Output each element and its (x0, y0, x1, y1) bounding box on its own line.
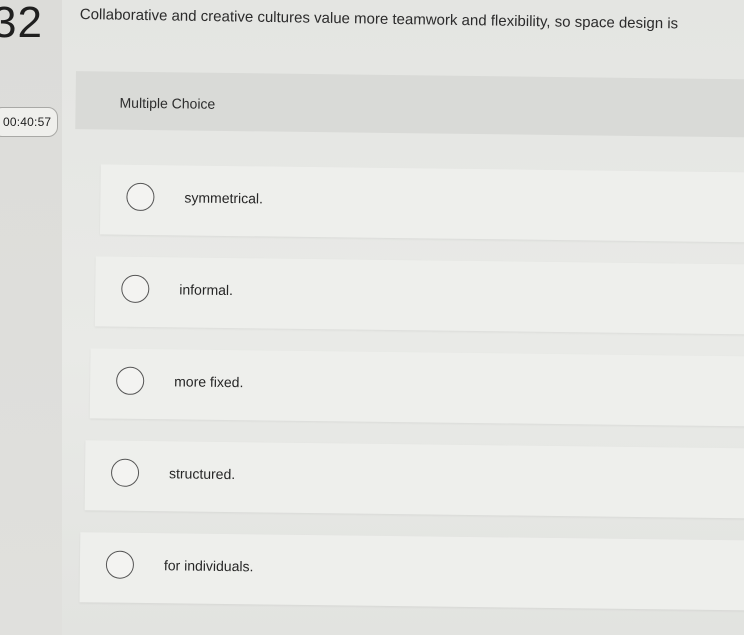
question-sidebar: 32 00:40:57 (0, 0, 62, 635)
radio-button-icon[interactable] (116, 366, 145, 395)
answer-option-label: for individuals. (163, 557, 254, 575)
answer-options: symmetrical. informal. more fixed. struc… (65, 164, 744, 611)
question-body: Multiple Choice symmetrical. informal. m… (59, 68, 744, 635)
radio-button-icon[interactable] (126, 182, 155, 212)
answer-option[interactable]: informal. (94, 256, 744, 335)
answer-option-label: informal. (179, 281, 234, 299)
question-prompt: Collaborative and creative cultures valu… (79, 5, 679, 33)
timer: 00:40:57 (0, 107, 59, 137)
answer-option[interactable]: more fixed. (89, 348, 744, 427)
quiz-page: 32 00:40:57 Collaborative and creative c… (0, 0, 744, 635)
answer-option-label: more fixed. (174, 373, 244, 391)
radio-button-icon[interactable] (110, 458, 140, 487)
question-type-header: Multiple Choice (75, 71, 744, 138)
question-number: 32 (0, 0, 43, 47)
radio-button-icon[interactable] (105, 550, 135, 579)
answer-option-label: symmetrical. (184, 189, 264, 207)
answer-option[interactable]: symmetrical. (99, 164, 744, 243)
question-type-label: Multiple Choice (119, 94, 216, 112)
radio-button-icon[interactable] (121, 274, 150, 304)
answer-option-label: structured. (168, 465, 236, 483)
answer-option[interactable]: for individuals. (79, 532, 744, 611)
answer-option[interactable]: structured. (84, 440, 744, 519)
